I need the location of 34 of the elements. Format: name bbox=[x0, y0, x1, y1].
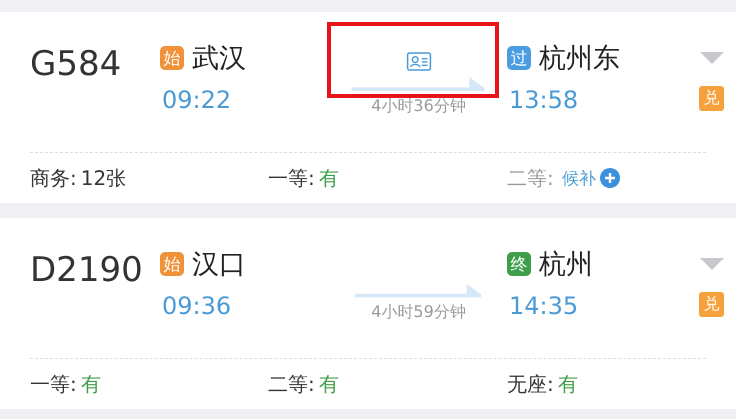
station-name: 杭州 bbox=[539, 248, 593, 282]
train-card[interactable]: G584 始 武汉 09:22 4小时36分钟 过 杭州东 13:58 兑 商务: 12张 一等: 有 二等: 候补 bbox=[0, 12, 736, 203]
seat-availability: 12张 bbox=[80, 164, 126, 192]
seat-class-label: 二等: bbox=[268, 370, 315, 398]
time-label: 14:35 bbox=[509, 292, 580, 320]
duration-label: 4小时36分钟 bbox=[371, 96, 466, 117]
time-label: 09:22 bbox=[162, 86, 232, 114]
station-badge: 始 bbox=[160, 252, 184, 276]
exchange-badge: 兑 bbox=[699, 86, 724, 111]
dropdown-icon[interactable] bbox=[700, 258, 724, 270]
seat-availability: 有 bbox=[80, 370, 101, 398]
station-name: 汉口 bbox=[192, 248, 246, 282]
seat-availability: 有 bbox=[318, 164, 339, 192]
train-card[interactable]: D2190 始 汉口 09:36 4小时59分钟 终 杭州 14:35 兑 一等: 有 二等: 有 无座: 有 bbox=[0, 218, 736, 409]
train-number: D2190 bbox=[30, 250, 144, 290]
time-label: 13:58 bbox=[509, 86, 580, 114]
dropdown-icon[interactable] bbox=[700, 52, 724, 64]
train-number: G584 bbox=[30, 44, 122, 84]
station-name: 武汉 bbox=[192, 42, 246, 76]
exchange-badge: 兑 bbox=[699, 292, 724, 317]
duration-label: 4小时59分钟 bbox=[371, 302, 466, 323]
time-label: 09:36 bbox=[162, 292, 232, 320]
seat-availability: 有 bbox=[318, 370, 339, 398]
plus-icon[interactable] bbox=[600, 168, 620, 188]
station-badge: 过 bbox=[507, 46, 531, 70]
seat-class-label: 商务: bbox=[30, 164, 77, 192]
seat-class-label: 一等: bbox=[268, 164, 315, 192]
station-badge: 始 bbox=[160, 46, 184, 70]
seat-availability: 有 bbox=[558, 370, 578, 398]
seat-class-label: 二等: bbox=[507, 164, 554, 192]
seat-class-label: 无座: bbox=[507, 370, 554, 398]
station-name: 杭州东 bbox=[539, 42, 620, 76]
seat-class-label: 一等: bbox=[30, 370, 77, 398]
station-badge: 终 bbox=[507, 252, 531, 276]
